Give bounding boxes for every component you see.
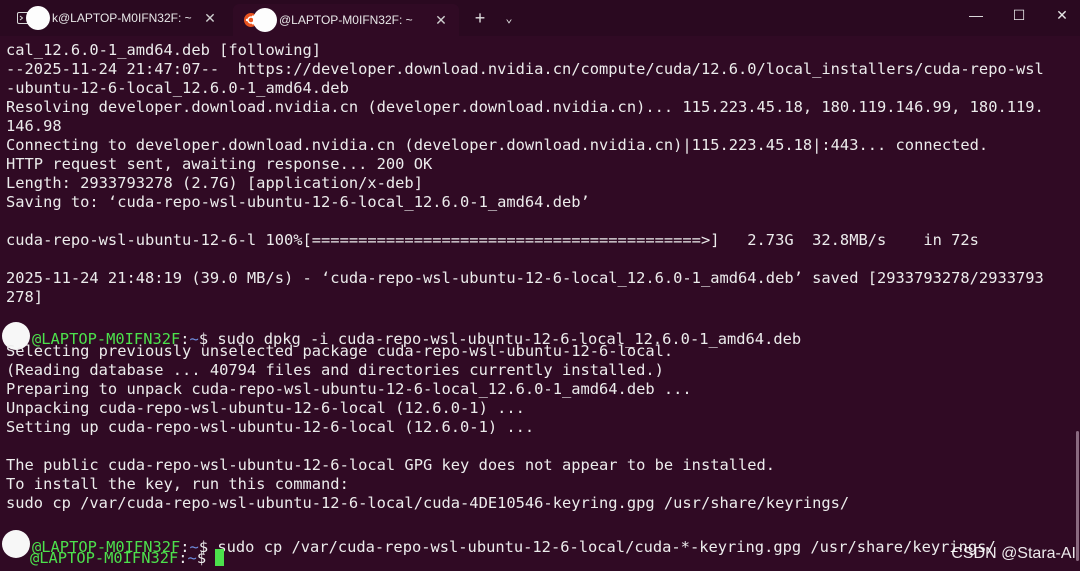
terminal-line: cal_12.6.0-1_amd64.deb [following] xyxy=(6,41,322,59)
avatar xyxy=(253,8,277,32)
close-window-button[interactable]: ✕ xyxy=(1048,4,1076,26)
maximize-button[interactable]: ☐ xyxy=(1005,4,1033,26)
close-icon[interactable]: ✕ xyxy=(202,10,218,27)
terminal-line: Preparing to unpack cuda-repo-wsl-ubuntu… xyxy=(6,380,692,398)
title-bar: k@LAPTOP-M0IFN32F: ~ ✕ @LAPTOP-M0IFN32F:… xyxy=(0,0,1080,36)
terminal-line: 2025-11-24 21:48:19 (39.0 MB/s) - ‘cuda-… xyxy=(6,269,1044,287)
terminal-line: HTTP request sent, awaiting response... … xyxy=(6,155,433,173)
tab-1[interactable]: k@LAPTOP-M0IFN32F: ~ ✕ xyxy=(6,4,228,32)
terminal-line: 146.98 xyxy=(6,117,62,135)
terminal-line: To install the key, run this command: xyxy=(6,475,349,493)
terminal-line: -ubuntu-12-6-local_12.6.0-1_amd64.deb xyxy=(6,79,349,97)
prompt-line: @LAPTOP-M0IFN32F:~$ xyxy=(6,549,225,568)
terminal-line: Connecting to developer.download.nvidia.… xyxy=(6,136,989,154)
command-text: sudo cp /var/cuda-repo-wsl-ubuntu-12-6-l… xyxy=(208,538,996,556)
terminal-line: --2025-11-24 21:47:07-- https://develope… xyxy=(6,60,1044,78)
terminal-line: (Reading database ... 40794 files and di… xyxy=(6,361,664,379)
prompt-host: @LAPTOP-M0IFN32F xyxy=(30,549,179,567)
terminal-line: cuda-repo-wsl-ubuntu-12-6-l 100%[=======… xyxy=(6,231,979,249)
tab-2[interactable]: @LAPTOP-M0IFN32F: ~ ✕ xyxy=(233,4,459,36)
terminal-line: sudo cp /var/cuda-repo-wsl-ubuntu-12-6-l… xyxy=(6,494,850,512)
terminal-line: Resolving developer.download.nvidia.cn (… xyxy=(6,98,1044,116)
watermark: CSDN @Stara-AI xyxy=(951,545,1076,562)
prompt-path: ~ xyxy=(187,549,197,567)
prompt-separator: : xyxy=(178,549,188,567)
close-icon[interactable]: ✕ xyxy=(433,12,449,29)
terminal-line: Saving to: ‘cuda-repo-wsl-ubuntu-12-6-lo… xyxy=(6,193,590,211)
terminal-output[interactable]: cal_12.6.0-1_amd64.deb [following] --202… xyxy=(0,36,1080,571)
new-tab-button[interactable]: + xyxy=(470,8,490,28)
terminal-line: 278] xyxy=(6,288,44,306)
command-text xyxy=(206,549,215,567)
chevron-down-icon[interactable]: ⌄ xyxy=(501,8,517,28)
prompt-dollar: $ xyxy=(196,549,207,567)
terminal-line: Length: 2933793278 (2.7G) [application/x… xyxy=(6,174,423,192)
avatar xyxy=(26,6,50,30)
minimize-button[interactable]: — xyxy=(962,4,990,26)
terminal-line: The public cuda-repo-wsl-ubuntu-12-6-loc… xyxy=(6,456,776,474)
terminal-line: Selecting previously unselected package … xyxy=(6,342,674,360)
cursor xyxy=(215,549,225,566)
terminal-line: Setting up cuda-repo-wsl-ubuntu-12-6-loc… xyxy=(6,418,535,436)
tab-title: @LAPTOP-M0IFN32F: ~ xyxy=(279,13,413,27)
terminal-line: Unpacking cuda-repo-wsl-ubuntu-12-6-loca… xyxy=(6,399,525,417)
tab-title: k@LAPTOP-M0IFN32F: ~ xyxy=(52,11,192,25)
scrollbar[interactable] xyxy=(1076,431,1079,561)
